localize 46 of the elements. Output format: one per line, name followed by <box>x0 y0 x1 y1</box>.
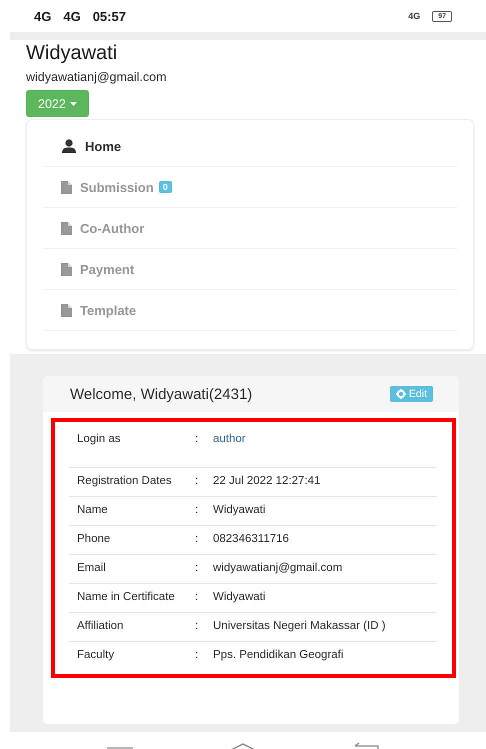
gear-icon <box>396 389 406 399</box>
colon: : <box>195 475 200 489</box>
field-label: Phone <box>77 533 112 547</box>
field-label: Affiliation <box>77 620 124 634</box>
colon: : <box>195 620 200 634</box>
colon: : <box>195 504 200 518</box>
year-dropdown[interactable]: 2022 <box>26 90 89 117</box>
signal-label: 4G <box>34 8 52 24</box>
file-icon <box>61 262 72 276</box>
colon: : <box>195 533 200 547</box>
field-label: Faculty <box>77 649 116 663</box>
clock: 05:57 <box>92 8 126 24</box>
file-icon <box>61 222 72 234</box>
menu-item[interactable]: Payment <box>43 249 457 290</box>
menu-item[interactable]: Template <box>43 290 457 331</box>
menu-item[interactable]: Co-Author <box>43 208 457 249</box>
field-label: Name <box>77 504 109 518</box>
panel-title: Welcome, Widyawati(2431) <box>70 386 252 402</box>
count-badge: 0 <box>158 181 172 193</box>
colon: : <box>195 591 200 605</box>
user-icon <box>61 139 77 153</box>
field-label: Login as <box>77 433 122 447</box>
colon: : <box>195 562 200 576</box>
colon: : <box>195 433 200 447</box>
user-name: Widyawati <box>26 41 118 66</box>
field-label: Registration Dates <box>77 475 173 489</box>
colon: : <box>195 649 200 663</box>
caret-icon <box>70 102 77 106</box>
role-link[interactable]: author <box>213 433 409 447</box>
field-label: Name in Certificate <box>77 591 176 605</box>
field-value: Pps. Pendidikan Geografi <box>213 649 344 663</box>
menu-item[interactable]: Home <box>43 126 457 167</box>
file-icon <box>61 180 72 194</box>
field-value: Widyawati <box>213 504 266 518</box>
field-value: 22 Jul 2022 12:27:41 <box>213 475 322 489</box>
menu-item[interactable]: Submission 0 <box>43 167 457 208</box>
field-value: 082346311716 <box>213 533 290 547</box>
network-label: 4G <box>408 11 420 21</box>
user-email: widyawatianj@gmail.com <box>26 70 168 84</box>
edit-button[interactable]: Edit <box>390 386 433 402</box>
field-label: Email <box>77 562 107 576</box>
field-value: Widyawati <box>213 591 266 605</box>
field-value: widyawatianj@gmail.com <box>213 562 344 576</box>
file-icon <box>61 304 72 316</box>
signal-label: 4G <box>63 8 81 24</box>
field-value: Universitas Negeri Makassar (ID ) <box>213 620 387 634</box>
